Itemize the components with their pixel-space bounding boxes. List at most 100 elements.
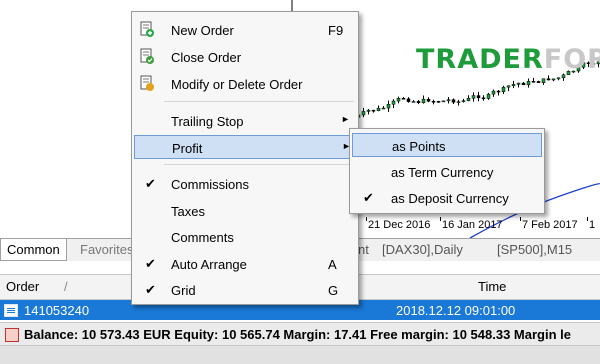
candle-body [421,98,426,103]
menu-item-label: Comments [171,230,234,245]
menu-item-label: Modify or Delete Order [171,77,303,92]
candle-body [376,107,381,111]
check-icon: ✔ [145,176,156,191]
tab-common[interactable]: Common [0,239,67,261]
menu-shortcut: A [328,257,337,272]
candle-body [401,98,406,100]
menu-item-close-order[interactable]: Close Order [134,45,356,69]
close-order-icon [140,48,154,64]
menu-item-auto-arrange[interactable]: ✔ Auto Arrange A [134,252,356,276]
candle-body [501,86,506,92]
menu-item-label: Grid [171,283,196,298]
menu-item-label: Trailing Stop [171,114,244,129]
candle-body [361,111,366,116]
candle-body [486,93,491,99]
candle-body [531,81,536,83]
column-header-time[interactable]: Time [478,279,506,294]
chart-tab-dax30[interactable]: [DAX30],Daily [382,239,463,260]
menu-item-comments[interactable]: Comments [134,225,356,249]
column-header-order[interactable]: Order [6,279,39,294]
watermark-part2: FOREX [543,44,600,75]
menu-separator [164,164,354,165]
modify-order-icon [140,75,154,91]
tab-favorites[interactable]: Favorites [74,239,139,260]
menu-shortcut: F9 [328,23,344,38]
new-order-icon [140,21,154,37]
candle-body [371,109,376,112]
candle-body [386,104,391,109]
candle-body [406,98,411,102]
x-axis-date-label: 16 Jan 2017 [442,219,503,231]
candle-body [396,98,401,102]
x-axis-date-label: 7 Feb 2017 [522,219,578,231]
status-strip [0,345,600,364]
menu-item-label: Taxes [171,204,205,219]
menu-item-trailing-stop[interactable]: Trailing Stop ► [134,109,356,133]
check-icon: ✔ [145,256,156,271]
chart-tab[interactable]: nt [358,239,369,260]
candle-body [416,101,421,103]
candle-body [546,78,551,81]
candle-body [506,85,511,88]
menu-item-label: New Order [171,23,234,38]
sort-indicator: / [64,279,68,294]
candle-body [441,100,446,103]
menu-item-new-order[interactable]: New Order F9 [134,18,356,42]
candle-body [456,101,461,103]
candle-body [366,109,371,112]
candle-body [426,98,431,102]
chart-tab-sp500[interactable]: [SP500],M15 [497,239,572,260]
x-axis-date-label: 21 Dec 2016 [368,219,431,231]
candle-body [466,97,471,101]
candle-body [471,95,476,99]
candle-body [526,81,531,86]
candle-body [476,95,481,99]
check-icon: ✔ [145,282,156,297]
menu-item-taxes[interactable]: Taxes [134,199,356,223]
menu-item-commissions[interactable]: ✔ Commissions [134,172,356,196]
watermark-logo: TRADERFOREX [416,44,600,75]
context-menu: New Order F9 Close Order Modify or Delet… [131,11,359,305]
order-time: 2018.12.12 09:01:00 [396,303,516,318]
candle-body [431,100,436,103]
menu-item-label: Commissions [171,177,250,192]
candle-body [541,78,546,83]
menu-item-label: Close Order [171,50,242,65]
menu-item-label: as Deposit Currency [391,191,509,206]
menu-item-profit[interactable]: Profit ► [134,135,356,159]
menu-item-label: as Points [392,139,446,154]
menu-item-modify-order[interactable]: Modify or Delete Order [134,72,356,96]
candle-body [411,101,416,103]
menu-item-label: Profit [172,141,203,156]
menu-item-grid[interactable]: ✔ Grid G [134,278,356,302]
submenu-item-as-deposit-currency[interactable]: ✔ as Deposit Currency [352,186,542,210]
menu-shortcut: G [328,283,339,298]
candle-body [391,100,396,105]
balance-summary: Balance: 10 573.43 EUR Equity: 10 565.74… [24,327,571,342]
check-icon: ✔ [363,190,374,205]
order-number: 141053240 [24,303,90,318]
candle-body [436,101,441,103]
submenu-item-as-points[interactable]: as Points [352,133,542,157]
candle-body [496,90,501,93]
watermark-part1: TRADER [416,44,544,75]
candle-body [446,99,451,102]
candle-body [451,99,456,103]
candle-body [481,97,486,100]
balance-icon [5,328,19,342]
candle-body [511,84,516,86]
candle-body [556,77,561,80]
menu-item-label: Auto Arrange [171,257,247,272]
candle-body [461,100,466,102]
candle-body [516,82,521,85]
candle-body [381,107,386,110]
menu-item-label: as Term Currency [391,165,494,180]
submenu-item-as-term-currency[interactable]: as Term Currency [352,160,542,184]
order-row-icon [4,304,18,317]
candle-body [491,90,496,95]
submenu-arrow-icon: ► [341,114,350,124]
profit-submenu: as Points as Term Currency ✔ as Deposit … [349,128,545,214]
menu-separator [164,101,354,102]
candle-body [561,74,566,78]
x-axis-date-label: 1 [589,219,596,231]
